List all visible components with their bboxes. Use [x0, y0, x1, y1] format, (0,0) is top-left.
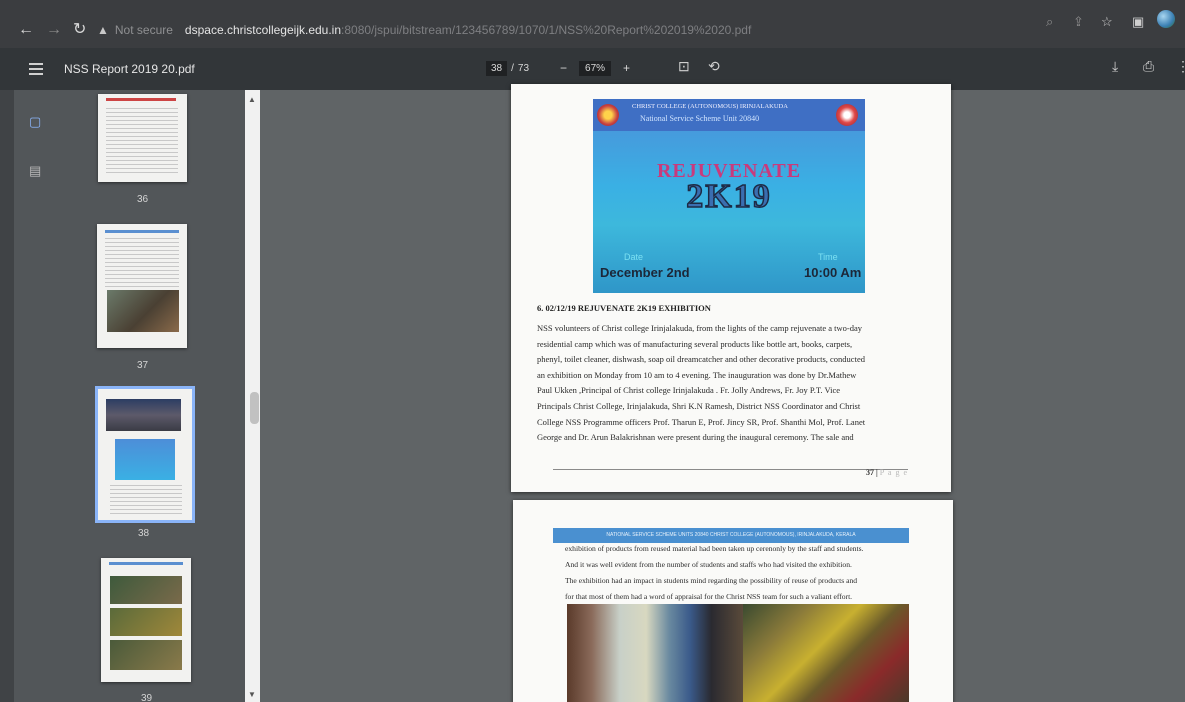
profile-avatar[interactable]	[1157, 10, 1175, 28]
banner-time-label: Time	[818, 252, 838, 262]
section-heading: 6. 02/12/19 REJUVENATE 2K19 EXHIBITION	[537, 303, 711, 313]
banner-date-value: December 2nd	[600, 265, 690, 280]
text-line: Paul Ukken ,Principal of Christ college …	[537, 385, 841, 396]
address-bar[interactable]: ▲ Not secure dspace.christcollegeijk.edu.i…	[97, 22, 751, 38]
fit-page-icon[interactable]: ⊡	[678, 58, 690, 75]
footer-rule	[553, 469, 908, 470]
search-icon[interactable]: ⌕	[1046, 14, 1053, 30]
page-footer-number: 37	[866, 468, 874, 477]
scroll-down-icon[interactable]: ▼	[248, 690, 256, 699]
text-line: Principals Christ College, Irinjalakuda,…	[537, 400, 861, 411]
text-line: for that most of them had a word of appr…	[565, 592, 853, 601]
menu-icon[interactable]	[29, 63, 43, 75]
more-options-icon[interactable]: ⋮	[1176, 58, 1185, 75]
download-icon[interactable]: ⤓	[1112, 58, 1118, 75]
thumbnails-icon[interactable]: ▢	[29, 114, 41, 130]
outline-icon[interactable]: ▤	[29, 163, 41, 179]
total-pages: 73	[517, 62, 530, 74]
banner-event-year: 2K19	[686, 177, 772, 216]
exhibition-photo-right	[743, 604, 909, 702]
text-line: phenyl, toilet cleaner, dishwash, soap o…	[537, 354, 865, 365]
back-icon[interactable]: ←	[18, 22, 34, 38]
sidepanel-icon[interactable]: ▣	[1132, 14, 1144, 30]
banner-date-label: Date	[624, 252, 644, 262]
page-footer: 37 | P a g e	[866, 468, 909, 477]
nss-emblem-icon	[836, 104, 858, 126]
zoom-input[interactable]: 67%	[579, 60, 612, 76]
scroll-up-icon[interactable]: ▲	[248, 95, 256, 104]
sidebar-rail	[0, 90, 14, 702]
url-path: :8080/jspui/bitstream/123456789/1070/1/N…	[341, 23, 752, 37]
thumbnail-selection	[95, 386, 195, 523]
text-line: George and Dr. Arun Balakrishnan were pr…	[537, 432, 854, 443]
print-icon[interactable]: ⎙	[1143, 58, 1154, 75]
not-secure-label[interactable]: Not secure	[115, 23, 173, 37]
thumbnail-label: 39	[141, 693, 153, 702]
zoom-out-button[interactable]: −	[560, 61, 567, 75]
text-line: an exhibition on Monday from 10 am to 4 …	[537, 369, 857, 380]
text-line: NSS volunteers of Christ college Irinjal…	[537, 323, 863, 333]
page38-paragraph: exhibition of products from reused mater…	[565, 541, 908, 605]
forward-icon[interactable]: →	[46, 22, 62, 38]
text-line: residential camp which was of manufactur…	[537, 338, 853, 349]
url-host: dspace.christcollegeijk.edu.in	[184, 23, 342, 37]
share-icon[interactable]: ⇪	[1073, 14, 1084, 30]
page-separator: /	[511, 62, 514, 74]
thumbnail-page-37[interactable]	[97, 224, 187, 348]
page-selector: 38 / 73	[486, 58, 529, 78]
page-footer-word: P a g e	[879, 468, 909, 477]
document-title: NSS Report 2019 20.pdf	[64, 62, 195, 76]
banner-time-value: 10:00 Am	[804, 265, 862, 280]
exhibition-photo-left	[567, 604, 743, 702]
zoom-controls: − 67% +	[560, 58, 630, 78]
page-number-input[interactable]: 38	[486, 60, 508, 76]
text-line: And it was well evident from the number …	[565, 560, 852, 569]
page37-paragraph: NSS volunteers of Christ college Irinjal…	[537, 321, 910, 446]
thumbnail-page-39[interactable]	[101, 558, 191, 682]
thumbnail-label: 37	[137, 360, 149, 371]
zoom-in-button[interactable]: +	[623, 61, 630, 75]
thumbnail-page-36[interactable]	[98, 94, 187, 182]
banner-org-line: CHRIST COLLEGE (AUTONOMOUS) IRINJALAKUDA	[632, 103, 788, 110]
rotate-icon[interactable]: ⟲	[708, 58, 720, 75]
bookmark-star-icon[interactable]: ☆	[1101, 14, 1113, 30]
text-line: College NSS Programme officers Prof. Tha…	[537, 416, 866, 427]
reload-icon[interactable]: ↻	[73, 22, 86, 38]
sidebar-scrollbar-thumb[interactable]	[250, 392, 259, 424]
text-line: exhibition of products from reused mater…	[565, 544, 864, 553]
college-emblem-icon	[597, 104, 619, 126]
text-line: The exhibition had an impact in students…	[565, 576, 858, 585]
banner-unit-line: National Service Scheme Unit 20840	[640, 114, 760, 123]
thumbnail-label: 36	[137, 194, 149, 205]
thumbnail-label: 38	[138, 528, 150, 539]
warning-icon: ▲	[97, 23, 109, 37]
